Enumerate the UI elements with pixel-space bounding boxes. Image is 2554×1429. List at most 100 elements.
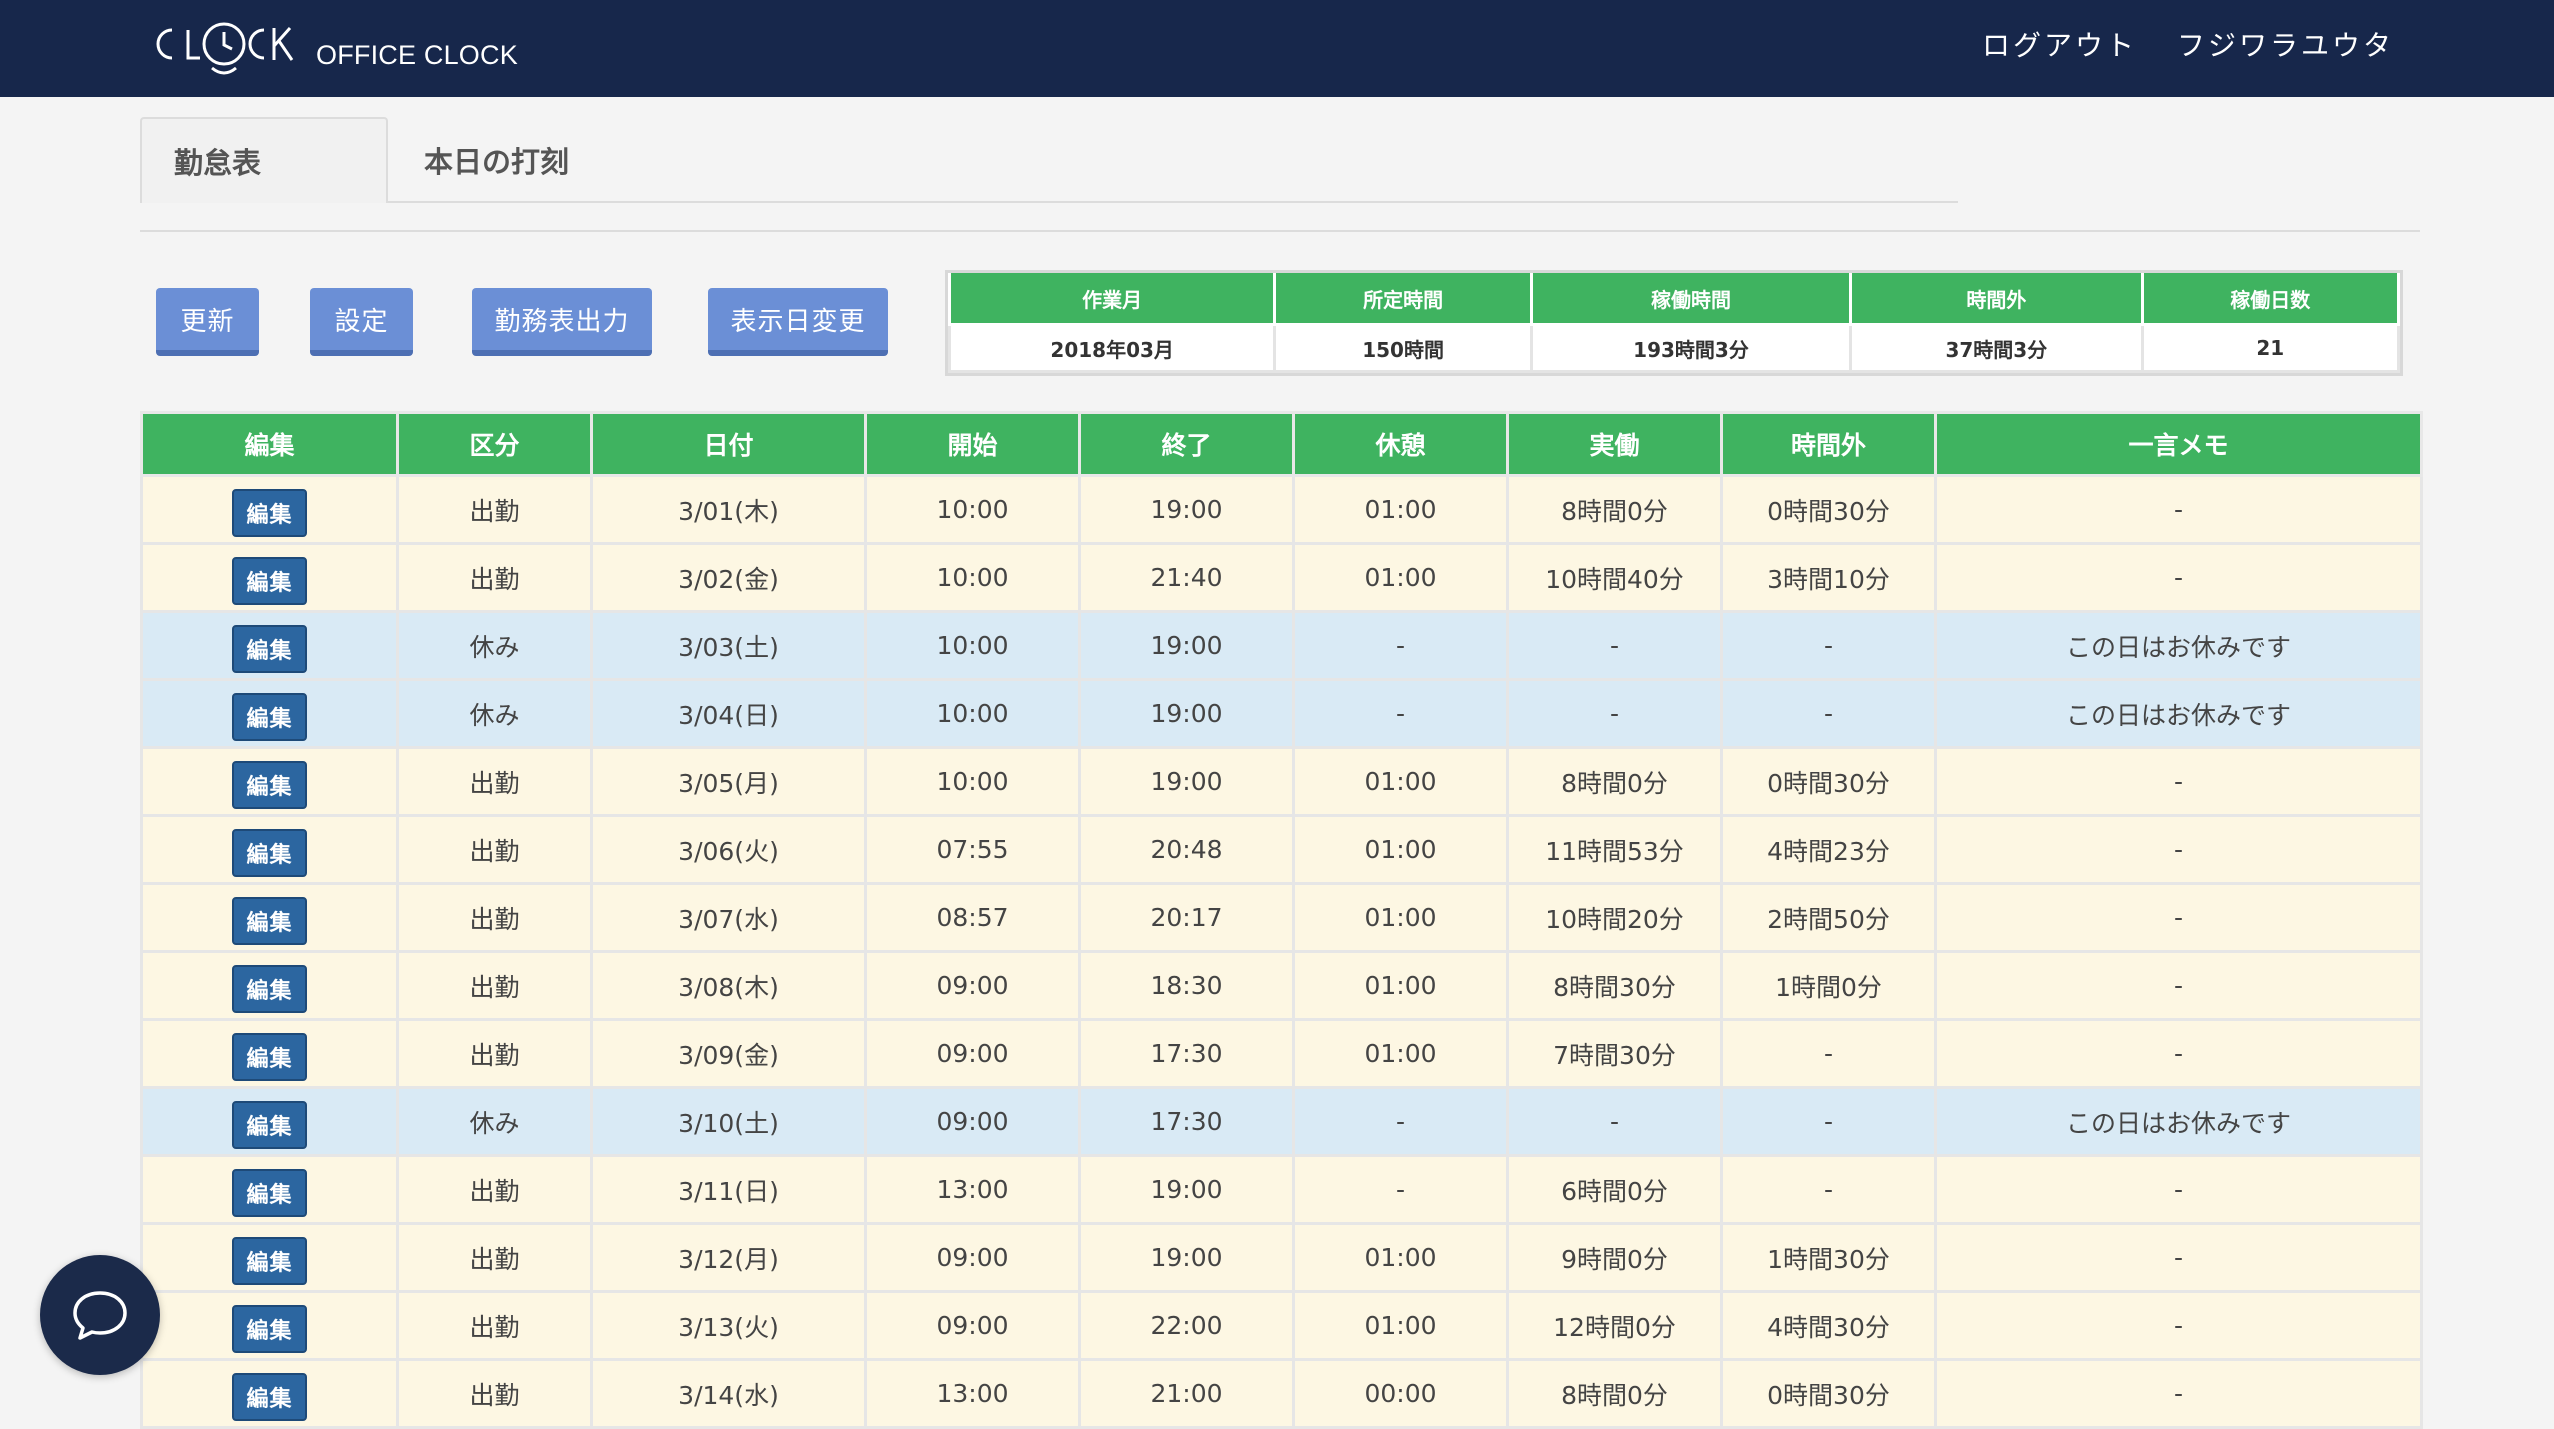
cell-category: 出勤	[396, 474, 593, 545]
edit-row-button[interactable]: 編集	[232, 1372, 307, 1421]
cell-edit: 編集	[140, 1290, 399, 1361]
settings-button[interactable]: 設定	[310, 288, 413, 356]
cell-date: 3/06(火)	[590, 814, 867, 885]
cell-actual: 8時間0分	[1506, 746, 1723, 817]
table-row: 編集 出勤 3/01(木) 10:00 19:00 01:00 8時間0分 0時間30分 -	[140, 474, 2423, 545]
edit-row-button[interactable]: 編集	[232, 488, 307, 537]
cell-edit: 編集	[140, 1358, 399, 1429]
cell-memo: -	[1934, 1290, 2423, 1361]
cell-start: 09:00	[864, 950, 1081, 1021]
tab-attendance[interactable]: 勤怠表	[140, 117, 388, 203]
table-row: 編集 出勤 3/07(水) 08:57 20:17 01:00 10時間20分 2時間50分 -	[140, 882, 2423, 953]
cell-start: 10:00	[864, 474, 1081, 545]
cell-start: 09:00	[864, 1290, 1081, 1361]
cell-start: 10:00	[864, 542, 1081, 613]
edit-row-button[interactable]: 編集	[232, 1168, 307, 1217]
refresh-button[interactable]: 更新	[156, 288, 259, 356]
cell-overtime: 1時間30分	[1720, 1222, 1937, 1293]
edit-row-button[interactable]: 編集	[232, 1304, 307, 1353]
edit-row-button[interactable]: 編集	[232, 828, 307, 877]
cell-memo: -	[1934, 1222, 2423, 1293]
monthly-summary: 作業月 所定時間 稼働時間 時間外 稼働日数 2018年03月 150時間 19…	[945, 270, 2403, 376]
cell-edit: 編集	[140, 542, 399, 613]
table-row: 編集 出勤 3/09(金) 09:00 17:30 01:00 7時間30分 - -	[140, 1018, 2423, 1089]
cell-start: 09:00	[864, 1018, 1081, 1089]
edit-row-button[interactable]: 編集	[232, 556, 307, 605]
edit-row-button[interactable]: 編集	[232, 896, 307, 945]
edit-row-button[interactable]: 編集	[232, 624, 307, 673]
cell-date: 3/14(水)	[590, 1358, 867, 1429]
cell-actual: 8時間30分	[1506, 950, 1723, 1021]
cell-actual: 8時間0分	[1506, 474, 1723, 545]
cell-break: 01:00	[1292, 950, 1509, 1021]
cell-memo: -	[1934, 746, 2423, 817]
summary-value-month: 2018年03月	[947, 323, 1277, 373]
edit-row-button[interactable]: 編集	[232, 1236, 307, 1285]
app-logo[interactable]: OFFICE CLOCK	[152, 18, 518, 78]
cell-edit: 編集	[140, 678, 399, 749]
cell-end: 19:00	[1078, 678, 1295, 749]
cell-category: 休み	[396, 1086, 593, 1157]
edit-row-button[interactable]: 編集	[232, 964, 307, 1013]
cell-start: 08:57	[864, 882, 1081, 953]
cell-break: 01:00	[1292, 882, 1509, 953]
user-name-link[interactable]: フジワラユウタ	[2177, 24, 2394, 64]
edit-row-button[interactable]: 編集	[232, 760, 307, 809]
change-display-date-button[interactable]: 表示日変更	[708, 288, 888, 356]
edit-row-button[interactable]: 編集	[232, 1100, 307, 1149]
summary-value-scheduled: 150時間	[1273, 323, 1533, 373]
cell-category: 出勤	[396, 746, 593, 817]
cell-category: 出勤	[396, 814, 593, 885]
cell-edit: 編集	[140, 814, 399, 885]
cell-date: 3/10(土)	[590, 1086, 867, 1157]
cell-memo: この日はお休みです	[1934, 1086, 2423, 1157]
chat-button[interactable]	[40, 1255, 160, 1375]
logo-subtitle: OFFICE CLOCK	[316, 39, 518, 70]
cell-end: 19:00	[1078, 1222, 1295, 1293]
cell-actual: 7時間30分	[1506, 1018, 1723, 1089]
cell-overtime: 0時間30分	[1720, 1358, 1937, 1429]
cell-date: 3/03(土)	[590, 610, 867, 681]
cell-edit: 編集	[140, 610, 399, 681]
cell-start: 07:55	[864, 814, 1081, 885]
cell-memo: -	[1934, 1154, 2423, 1225]
summary-value-days: 21	[2140, 323, 2401, 373]
cell-break: 00:00	[1292, 1358, 1509, 1429]
cell-start: 09:00	[864, 1222, 1081, 1293]
cell-edit: 編集	[140, 1222, 399, 1293]
summary-header-scheduled: 所定時間	[1273, 273, 1533, 326]
edit-row-button[interactable]: 編集	[232, 1032, 307, 1081]
cell-edit: 編集	[140, 882, 399, 953]
logout-link[interactable]: ログアウト	[1982, 24, 2137, 64]
table-header-row: 編集 区分 日付 開始 終了 休憩 実働 時間外 一言メモ	[140, 411, 2423, 477]
cell-date: 3/12(月)	[590, 1222, 867, 1293]
cell-category: 出勤	[396, 1222, 593, 1293]
table-row: 編集 出勤 3/13(火) 09:00 22:00 01:00 12時間0分 4時間30分 -	[140, 1290, 2423, 1361]
table-body: 編集 出勤 3/01(木) 10:00 19:00 01:00 8時間0分 0時間30分 - 編集…	[140, 474, 2423, 1429]
summary-header-worked: 稼働時間	[1529, 273, 1853, 326]
export-timesheet-button[interactable]: 勤務表出力	[472, 288, 652, 356]
tab-today-punch[interactable]: 本日の打刻	[424, 117, 569, 203]
cell-start: 13:00	[864, 1154, 1081, 1225]
summary-header-days: 稼働日数	[2140, 273, 2401, 326]
cell-overtime: -	[1720, 678, 1937, 749]
cell-end: 19:00	[1078, 474, 1295, 545]
top-navbar: OFFICE CLOCK ログアウト フジワラユウタ	[0, 0, 2554, 97]
cell-memo: -	[1934, 950, 2423, 1021]
cell-end: 20:17	[1078, 882, 1295, 953]
cell-actual: 12時間0分	[1506, 1290, 1723, 1361]
cell-overtime: 1時間0分	[1720, 950, 1937, 1021]
table-row: 編集 出勤 3/08(木) 09:00 18:30 01:00 8時間30分 1時間0分 -	[140, 950, 2423, 1021]
cell-overtime: -	[1720, 1018, 1937, 1089]
section-divider	[140, 230, 2420, 232]
col-header-end: 終了	[1078, 411, 1295, 477]
table-row: 編集 出勤 3/02(金) 10:00 21:40 01:00 10時間40分 3時間10分 -	[140, 542, 2423, 613]
cell-start: 13:00	[864, 1358, 1081, 1429]
cell-end: 22:00	[1078, 1290, 1295, 1361]
cell-overtime: 2時間50分	[1720, 882, 1937, 953]
table-row: 編集 出勤 3/11(日) 13:00 19:00-6時間0分 - -	[140, 1154, 2423, 1225]
edit-row-button[interactable]: 編集	[232, 692, 307, 741]
cell-end: 21:40	[1078, 542, 1295, 613]
cell-break: -	[1292, 1154, 1509, 1225]
cell-edit: 編集	[140, 746, 399, 817]
